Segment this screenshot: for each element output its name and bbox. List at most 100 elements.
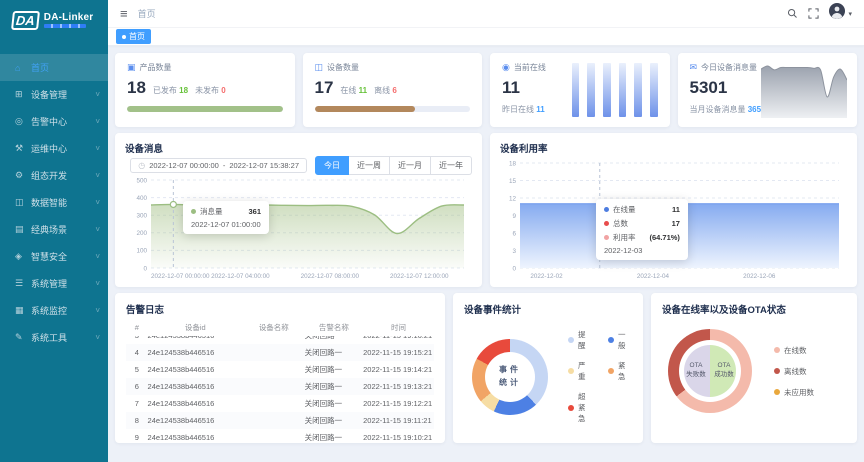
device-icon: ◫ [315, 62, 324, 73]
chart-controls: ◷ 2022-12-07 00:00:00 - 2022-12-07 15:38… [125, 156, 472, 175]
range-today-button[interactable]: 今日 [315, 156, 349, 175]
chevron-down-icon: ˅ [95, 144, 100, 153]
stat-card-products: ▣ 产品数量 18 已发布 18 未发布 0 [115, 53, 295, 127]
progress-fill [315, 106, 416, 112]
svg-text:3: 3 [512, 248, 516, 255]
alert-icon: ◎ [15, 116, 31, 127]
product-icon: ▣ [127, 62, 136, 73]
stat-sub: 未发布 0 [195, 85, 226, 96]
legend-item[interactable]: 离线数 [774, 366, 814, 377]
legend-item[interactable]: 提醒 [568, 329, 592, 351]
sidebar-item-data-intel[interactable]: ◫ 数据智能 ˅ [0, 189, 108, 216]
sidebar-item-ops-center[interactable]: ⚒ 运维中心 ˅ [0, 135, 108, 162]
svg-text:6: 6 [512, 230, 516, 237]
table-body: 324e124538b446516关闭回路一2022-11-15 19:16:2… [126, 336, 434, 443]
scene-icon: ▤ [15, 224, 31, 235]
sidebar-item-config-dev[interactable]: ⚙ 组态开发 ˅ [0, 162, 108, 189]
legend-item[interactable]: 严重 [568, 360, 592, 382]
sidebar-item-system-mgmt[interactable]: ☰ 系统管理 ˅ [0, 270, 108, 297]
card-title: 设备事件统计 [464, 302, 632, 316]
sidebar-item-label: 智慧安全 [31, 250, 95, 263]
svg-text:0: 0 [143, 265, 147, 272]
stat-label: 当前在线 [514, 62, 546, 73]
sidebar-item-device-mgmt[interactable]: ⊞ 设备管理 ˅ [0, 81, 108, 108]
table-row: 624e124538b446516关闭回路一2022-11-15 19:13:2… [126, 378, 434, 395]
legend-item[interactable]: 未应用数 [774, 387, 814, 398]
sidebar-item-smart-security[interactable]: ◈ 智慧安全 ˅ [0, 243, 108, 270]
svg-text:12: 12 [509, 195, 517, 202]
ops-icon: ⚒ [15, 143, 31, 154]
alarm-log-card: 告警日志 # 设备id 设备名称 告警名称 时间 324e124538b4465… [115, 293, 445, 443]
message-icon: ✉ [690, 62, 698, 73]
topbar: ≡ 首页 ▾ [108, 0, 864, 28]
chevron-down-icon: ˅ [95, 279, 100, 288]
main-content: ▣产品数量 18 已发布 18 未发布 0 ◫设备数量 17 在线 11 离线 … [108, 46, 864, 462]
chevron-down-icon: ˅ [95, 225, 100, 234]
user-menu[interactable]: ▾ [829, 3, 852, 24]
card-title: 告警日志 [126, 302, 434, 316]
chevron-down-icon: ˅ [95, 306, 100, 315]
sidebar-item-home[interactable]: ⌂ 首页 [0, 54, 108, 81]
table-row: 924e124538b446516关闭回路一2022-11-15 19:10:2… [126, 429, 434, 443]
tab-home[interactable]: 首页 [116, 29, 151, 44]
gear-icon: ⚙ [15, 170, 31, 181]
sidebar-item-label: 运维中心 [31, 142, 95, 155]
table-row: 524e124538b446516关闭回路一2022-11-15 19:14:2… [126, 361, 434, 378]
sidebar-item-label: 首页 [31, 61, 100, 74]
event-legend: 提醒 一般 严重 紧急 超紧急 [568, 329, 632, 424]
progress-fill [127, 106, 283, 112]
event-donut-chart: 事件统计 [472, 339, 548, 415]
sidebar-item-label: 设备管理 [31, 88, 95, 101]
table-row: 424e124538b446516关闭回路一2022-11-15 19:15:2… [126, 344, 434, 361]
sidebar-item-system-tools[interactable]: ✎ 系统工具 ˅ [0, 324, 108, 351]
stat-label: 产品数量 [140, 62, 172, 73]
progress-track [315, 106, 471, 112]
sidebar-item-classic-scene[interactable]: ▤ 经典场景 ˅ [0, 216, 108, 243]
progress-track [127, 106, 283, 112]
legend-item[interactable]: 一般 [608, 329, 632, 351]
svg-text:500: 500 [136, 177, 147, 184]
sidebar-item-alert-center[interactable]: ◎ 告警中心 ˅ [0, 108, 108, 135]
stats-row: ▣产品数量 18 已发布 18 未发布 0 ◫设备数量 17 在线 11 离线 … [115, 53, 857, 127]
svg-text:15: 15 [509, 178, 517, 185]
range-year-button[interactable]: 近一年 [431, 156, 472, 175]
legend-item[interactable]: 紧急 [608, 360, 632, 382]
stat-sub: 已发布 18 [153, 85, 188, 96]
ota-donut-chart: OTA失败数 OTA成功数 [668, 329, 752, 413]
monitor-icon: ▦ [15, 305, 31, 316]
chevron-down-icon: ˅ [95, 198, 100, 207]
legend-item[interactable]: 超紧急 [568, 391, 592, 424]
svg-text:0: 0 [512, 265, 516, 272]
range-month-button[interactable]: 近一月 [390, 156, 431, 175]
chevron-down-icon: ˅ [95, 171, 100, 180]
collapse-menu-icon[interactable]: ≡ [120, 7, 128, 20]
sidebar-item-label: 数据智能 [31, 196, 95, 209]
stat-card-messages: ✉今日设备消息量 5301 当月设备消息量 36554 [678, 53, 858, 127]
stat-label: 设备数量 [327, 62, 359, 73]
stat-sub: 离线 6 [374, 85, 397, 96]
card-title: 设备消息 [125, 141, 472, 155]
ota-success-label: OTA成功数 [711, 362, 737, 380]
tab-active-dot [122, 35, 126, 39]
ota-legend: 在线数 离线数 未应用数 [774, 345, 814, 398]
sidebar-item-system-monitor[interactable]: ▦ 系统监控 ˅ [0, 297, 108, 324]
svg-text:400: 400 [136, 195, 147, 202]
stat-label: 今日设备消息量 [701, 62, 757, 73]
legend-item[interactable]: 在线数 [774, 345, 814, 356]
data-icon: ◫ [15, 197, 31, 208]
svg-text:100: 100 [136, 248, 147, 255]
table-row: 824e124538b446516关闭回路一2022-11-15 19:11:2… [126, 412, 434, 429]
table-viewport: 324e124538b446516关闭回路一2022-11-15 19:16:2… [126, 336, 434, 443]
chevron-down-icon: ˅ [95, 333, 100, 342]
stat-value: 18 [127, 78, 146, 98]
logo-strip [44, 24, 86, 28]
range-week-button[interactable]: 近一周 [349, 156, 390, 175]
chevron-down-icon: ˅ [95, 252, 100, 261]
lock-icon: ◈ [15, 251, 31, 262]
date-range-picker[interactable]: ◷ 2022-12-07 00:00:00 - 2022-12-07 15:38… [130, 158, 307, 173]
fullscreen-icon[interactable] [808, 8, 819, 19]
search-icon[interactable] [787, 8, 798, 19]
logo-text: DA-Linker [44, 12, 94, 23]
card-title: 设备在线率以及设备OTA状态 [662, 302, 846, 316]
utilization-area-chart: 03691215182022-12-022022-12-042022-12-06… [500, 155, 847, 286]
